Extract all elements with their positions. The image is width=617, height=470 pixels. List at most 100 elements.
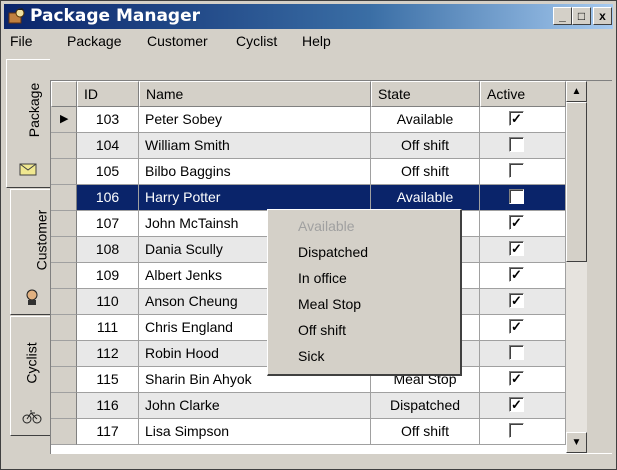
table-row[interactable]: 104 William Smith Off shift [51, 133, 566, 159]
cell-state[interactable]: Off shift [371, 133, 480, 159]
row-indicator[interactable] [51, 367, 77, 393]
cell-id[interactable]: 110 [77, 289, 139, 315]
cell-active[interactable]: ✓ [480, 107, 566, 133]
cell-state[interactable]: Available [371, 107, 480, 133]
cell-id[interactable]: 117 [77, 419, 139, 445]
cell-name[interactable]: Peter Sobey [139, 107, 371, 133]
cell-active[interactable] [480, 133, 566, 159]
cell-id[interactable]: 108 [77, 237, 139, 263]
row-indicator[interactable]: ▶ [51, 107, 77, 133]
tab-package-label: Package [26, 82, 43, 138]
cell-id[interactable]: 115 [77, 367, 139, 393]
row-indicator[interactable] [51, 315, 77, 341]
cell-active[interactable] [480, 341, 566, 367]
cell-active[interactable]: ✓ [480, 393, 566, 419]
cell-id[interactable]: 104 [77, 133, 139, 159]
row-indicator[interactable] [51, 393, 77, 419]
side-tab-strip: Package Customer Cyclist [4, 59, 50, 459]
row-indicator[interactable] [51, 185, 77, 211]
active-checkbox[interactable]: ✓ [509, 111, 524, 126]
tab-customer[interactable]: Customer [10, 189, 50, 315]
active-checkbox[interactable]: ✓ [509, 267, 524, 282]
table-row[interactable]: ▶ 103 Peter Sobey Available ✓ [51, 107, 566, 133]
cell-state[interactable]: Available [371, 185, 480, 211]
title-bar[interactable]: Package Manager _ □ x [4, 4, 613, 29]
person-icon [26, 289, 38, 305]
row-indicator[interactable] [51, 237, 77, 263]
active-checkbox[interactable]: ✓ [509, 293, 524, 308]
active-checkbox[interactable] [509, 423, 524, 438]
close-button[interactable]: x [593, 7, 612, 25]
state-context-menu: Available Dispatched In office Meal Stop Off… [267, 209, 462, 376]
tab-package[interactable]: Package [6, 59, 50, 188]
cell-id[interactable]: 116 [77, 393, 139, 419]
active-checkbox[interactable]: ✓ [509, 371, 524, 386]
menu-file[interactable]: File [10, 33, 33, 49]
scroll-down-button[interactable]: ▼ [566, 432, 587, 453]
tab-cyclist[interactable]: Cyclist [10, 316, 50, 436]
active-checkbox[interactable]: ✓ [509, 215, 524, 230]
active-checkbox[interactable] [509, 189, 524, 204]
active-checkbox[interactable] [509, 163, 524, 178]
cell-active[interactable]: ✓ [480, 315, 566, 341]
cell-id[interactable]: 111 [77, 315, 139, 341]
table-row[interactable]: 117 Lisa Simpson Off shift [51, 419, 566, 445]
scroll-up-button[interactable]: ▲ [566, 81, 587, 102]
vertical-scrollbar[interactable]: ▲ ▼ [566, 81, 587, 453]
cell-id[interactable]: 106 [77, 185, 139, 211]
table-row[interactable]: 106 Harry Potter Available [51, 185, 566, 211]
cell-id[interactable]: 112 [77, 341, 139, 367]
cell-active[interactable]: ✓ [480, 263, 566, 289]
row-indicator[interactable] [51, 289, 77, 315]
cell-active[interactable]: ✓ [480, 237, 566, 263]
cell-active[interactable] [480, 185, 566, 211]
cell-name[interactable]: Bilbo Baggins [139, 159, 371, 185]
cell-state[interactable]: Off shift [371, 159, 480, 185]
cell-state[interactable]: Off shift [371, 419, 480, 445]
cell-state[interactable]: Dispatched [371, 393, 480, 419]
row-indicator[interactable] [51, 419, 77, 445]
active-checkbox[interactable]: ✓ [509, 241, 524, 256]
cell-name[interactable]: William Smith [139, 133, 371, 159]
column-header-id[interactable]: ID [77, 81, 139, 107]
column-header-state[interactable]: State [371, 81, 480, 107]
cell-id[interactable]: 107 [77, 211, 139, 237]
menu-customer[interactable]: Customer [147, 33, 208, 49]
minimize-button[interactable]: _ [553, 7, 572, 25]
menu-help[interactable]: Help [302, 33, 331, 49]
row-indicator[interactable] [51, 133, 77, 159]
cell-name[interactable]: Lisa Simpson [139, 419, 371, 445]
cell-active[interactable] [480, 159, 566, 185]
context-menu-item[interactable]: Dispatched [298, 244, 368, 260]
cell-active[interactable]: ✓ [480, 289, 566, 315]
active-checkbox[interactable] [509, 137, 524, 152]
active-checkbox[interactable]: ✓ [509, 319, 524, 334]
maximize-button[interactable]: □ [572, 7, 591, 25]
table-row[interactable]: 105 Bilbo Baggins Off shift [51, 159, 566, 185]
row-indicator[interactable] [51, 263, 77, 289]
context-menu-item[interactable]: In office [298, 270, 347, 286]
cell-active[interactable]: ✓ [480, 211, 566, 237]
menu-cyclist[interactable]: Cyclist [236, 33, 277, 49]
context-menu-item[interactable]: Meal Stop [298, 296, 361, 312]
active-checkbox[interactable]: ✓ [509, 397, 524, 412]
context-menu-item[interactable]: Sick [298, 348, 324, 364]
cell-id[interactable]: 105 [77, 159, 139, 185]
scroll-thumb[interactable] [566, 102, 587, 262]
cell-id[interactable]: 109 [77, 263, 139, 289]
column-header-active[interactable]: Active [480, 81, 566, 107]
table-row[interactable]: 116 John Clarke Dispatched ✓ [51, 393, 566, 419]
cell-active[interactable] [480, 419, 566, 445]
cell-active[interactable]: ✓ [480, 367, 566, 393]
row-indicator[interactable] [51, 159, 77, 185]
context-menu-item[interactable]: Available [298, 218, 355, 234]
context-menu-item[interactable]: Off shift [298, 322, 346, 338]
column-header-name[interactable]: Name [139, 81, 371, 107]
cell-id[interactable]: 103 [77, 107, 139, 133]
row-indicator[interactable] [51, 341, 77, 367]
menu-package[interactable]: Package [67, 33, 121, 49]
cell-name[interactable]: John Clarke [139, 393, 371, 419]
active-checkbox[interactable] [509, 345, 524, 360]
row-indicator[interactable] [51, 211, 77, 237]
cell-name[interactable]: Harry Potter [139, 185, 371, 211]
